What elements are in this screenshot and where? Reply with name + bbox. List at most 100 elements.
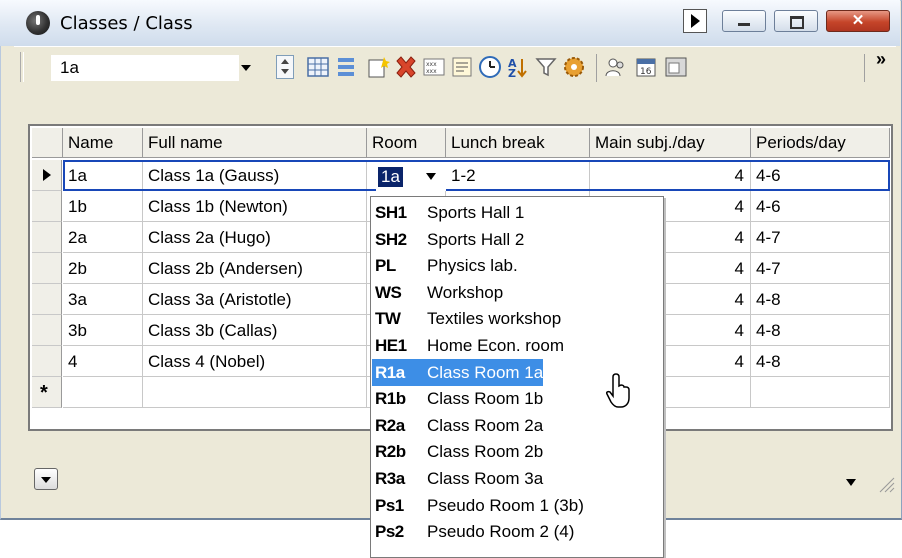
room-option[interactable]: R2a Class Room 2a	[372, 412, 662, 439]
clock-icon[interactable]	[478, 55, 502, 79]
sort-icon[interactable]: A Z	[506, 55, 530, 79]
cell-full-name[interactable]: Class 3b (Callas)	[143, 315, 367, 346]
svg-text:xxx: xxx	[426, 61, 437, 68]
expand-button[interactable]	[34, 468, 58, 490]
resize-grip-icon[interactable]	[874, 472, 896, 494]
row-indicator[interactable]	[32, 160, 62, 191]
row-indicator[interactable]	[32, 253, 62, 284]
row-indicator[interactable]	[32, 284, 62, 315]
new-row-indicator[interactable]: *	[32, 377, 62, 408]
room-option-name: Home Econ. room	[427, 336, 564, 355]
row-indicator[interactable]	[32, 222, 62, 253]
room-option-name: Pseudo Room 2 (4)	[427, 522, 575, 542]
play-icon[interactable]	[683, 9, 707, 33]
toolbar-separator	[864, 54, 865, 82]
room-option[interactable]: HE1 Home Econ. room	[372, 332, 662, 359]
calendar-icon[interactable]: 16	[634, 55, 658, 79]
list-icon[interactable]	[334, 55, 358, 79]
cell-full-name[interactable]: Class 3a (Aristotle)	[143, 284, 367, 315]
svg-text:16: 16	[640, 67, 652, 77]
room-option-code: SH1	[375, 203, 407, 222]
window-icon[interactable]	[664, 55, 688, 79]
room-option[interactable]: Ps2 Pseudo Room 2 (4)	[372, 518, 662, 545]
cell-periods[interactable]: 4-8	[751, 346, 890, 377]
room-dropdown-arrow-icon[interactable]	[426, 173, 436, 180]
new-icon[interactable]	[366, 55, 390, 79]
room-option[interactable]: R3a Class Room 3a	[372, 465, 662, 492]
room-option-code: R1b	[375, 389, 406, 409]
maximize-button[interactable]	[774, 10, 818, 32]
cell-name[interactable]: 1b	[63, 191, 143, 222]
cell-periods[interactable]: 4-8	[751, 284, 890, 315]
settings-icon[interactable]	[562, 55, 586, 79]
mouse-cursor-icon	[606, 373, 630, 408]
new-row-cell[interactable]	[143, 377, 367, 408]
filter-icon[interactable]	[534, 55, 558, 79]
room-option-code: R3a	[375, 469, 405, 488]
room-option[interactable]: WS Workshop	[372, 279, 662, 306]
room-option[interactable]: TW Textiles workshop	[372, 305, 662, 332]
room-option-code: Ps1	[375, 495, 404, 515]
new-row-star-icon: *	[40, 382, 48, 404]
room-option[interactable]: R2b Class Room 2b	[372, 438, 662, 465]
room-option[interactable]: R1a Class Room 1a	[372, 358, 544, 386]
row-indicator[interactable]	[32, 191, 62, 222]
cell-full-name[interactable]: Class 1b (Newton)	[143, 191, 367, 222]
room-editor-value[interactable]: 1a	[378, 167, 403, 187]
room-option[interactable]: SH1 Sports Hall 1	[372, 199, 662, 226]
room-option-name: Pseudo Room 1 (3b)	[427, 495, 584, 515]
cell-periods[interactable]: 4-6	[751, 191, 890, 222]
room-option-code: Ps2	[375, 522, 404, 542]
minimize-button[interactable]	[722, 10, 766, 32]
cell-name[interactable]: 3b	[63, 315, 143, 346]
new-row-cell[interactable]	[751, 377, 890, 408]
new-row-cell[interactable]	[63, 377, 143, 408]
room-option-name: Sports Hall 2	[427, 229, 525, 249]
spinner-button[interactable]	[276, 55, 294, 79]
app-clock-icon	[26, 11, 50, 35]
chevron-down-icon[interactable]	[238, 58, 254, 76]
column-room-header[interactable]: Room	[367, 128, 446, 158]
chevron-down-icon[interactable]	[846, 479, 856, 486]
selected-row-border	[63, 160, 890, 191]
delete-icon[interactable]	[394, 55, 418, 79]
cell-periods[interactable]: 4-7	[751, 222, 890, 253]
room-option-code: HE1	[375, 336, 407, 355]
column-lunch-break-header[interactable]: Lunch break	[446, 128, 590, 158]
close-button[interactable]: ✕	[826, 10, 890, 32]
cell-full-name[interactable]: Class 2b (Andersen)	[143, 253, 367, 284]
cell-periods[interactable]: 4-8	[751, 315, 890, 346]
cell-name[interactable]: 3a	[63, 284, 143, 315]
room-option-name: Workshop	[427, 282, 504, 302]
window-title: Classes / Class	[60, 13, 193, 34]
column-full-name-header[interactable]: Full name	[143, 128, 367, 158]
room-option-name: Textiles workshop	[427, 309, 562, 329]
people-icon[interactable]	[604, 55, 628, 79]
cell-name[interactable]: 2b	[63, 253, 143, 284]
header-corner	[32, 128, 63, 158]
grid-icon[interactable]	[306, 55, 330, 79]
row-indicator[interactable]	[32, 346, 62, 377]
toolbar-grip[interactable]	[20, 52, 24, 82]
column-main-subj-header[interactable]: Main subj./day	[590, 128, 751, 158]
current-row-arrow-icon	[43, 169, 51, 181]
column-name-header[interactable]: Name	[63, 128, 143, 158]
cell-full-name[interactable]: Class 4 (Nobel)	[143, 346, 367, 377]
room-option[interactable]: SH2 Sports Hall 2	[372, 226, 662, 253]
cell-name[interactable]: 4	[63, 346, 143, 377]
row-indicator[interactable]	[32, 315, 62, 346]
cell-periods[interactable]: 4-7	[751, 253, 890, 284]
toolbar-overflow-button[interactable]: »	[876, 49, 887, 69]
cell-full-name[interactable]: Class 2a (Hugo)	[143, 222, 367, 253]
room-option[interactable]: Ps1 Pseudo Room 1 (3b)	[372, 492, 662, 519]
room-option[interactable]: PL Physics lab.	[372, 252, 662, 279]
overflow-chevron-icon: »	[876, 49, 887, 69]
table-icon[interactable]: xxx xxx	[422, 55, 446, 79]
class-select-value: 1a	[60, 58, 79, 77]
room-option-name: Class Room 3a	[427, 469, 544, 488]
report-icon[interactable]	[450, 55, 474, 79]
column-periods-header[interactable]: Periods/day	[751, 128, 890, 158]
svg-text:xxx: xxx	[426, 68, 437, 75]
svg-text:Z: Z	[508, 67, 516, 79]
cell-name[interactable]: 2a	[63, 222, 143, 253]
